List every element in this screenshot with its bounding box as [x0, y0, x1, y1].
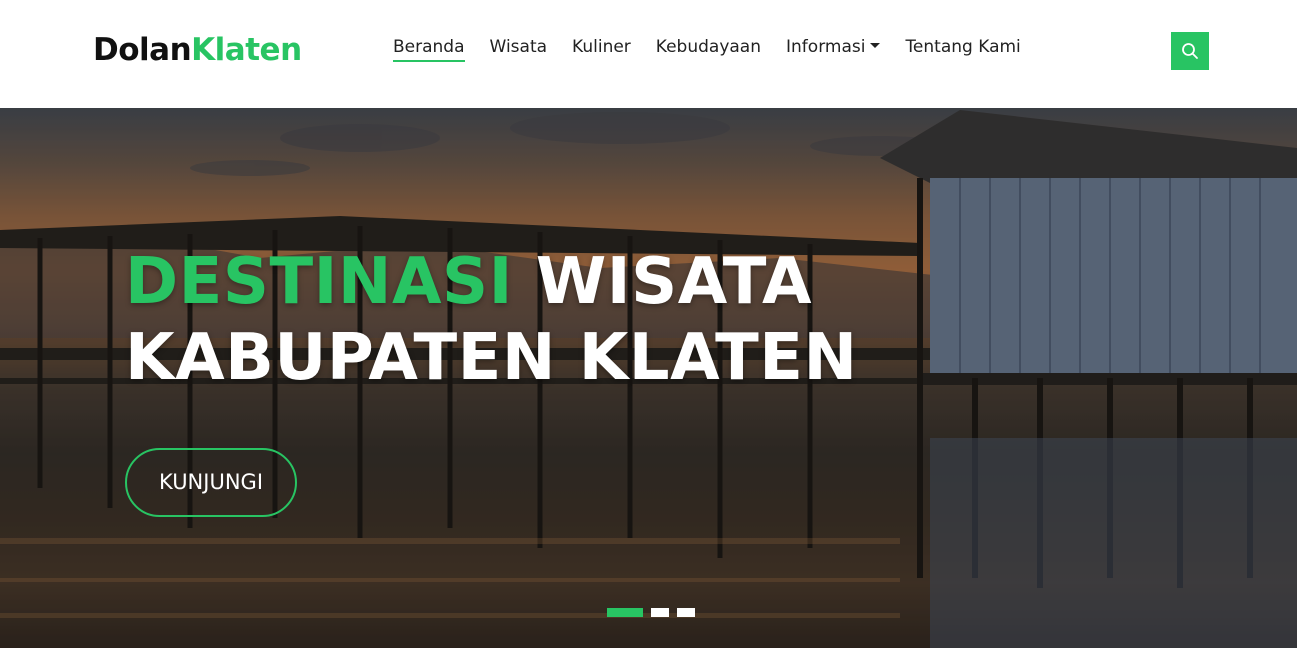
carousel-indicator-1[interactable]: [607, 608, 643, 617]
nav-item-tentang-kami[interactable]: Tentang Kami: [905, 34, 1020, 60]
nav-item-beranda[interactable]: Beranda: [393, 34, 465, 62]
search-button[interactable]: [1171, 32, 1209, 70]
nav-item-kuliner[interactable]: Kuliner: [572, 34, 631, 60]
kunjungi-button[interactable]: KUNJUNGI: [125, 448, 297, 517]
hero-title-rest: WISATA: [535, 245, 812, 319]
hero-title-line2: KABUPATEN KLATEN: [125, 321, 858, 395]
nav-item-wisata[interactable]: Wisata: [490, 34, 548, 60]
site-header: DolanKlaten Beranda Wisata Kuliner Kebud…: [0, 0, 1297, 108]
carousel-indicator-2[interactable]: [651, 608, 669, 617]
nav-item-informasi-label: Informasi: [786, 37, 866, 57]
carousel-indicator-3[interactable]: [677, 608, 695, 617]
brand-logo[interactable]: DolanKlaten: [93, 30, 302, 70]
nav-item-informasi[interactable]: Informasi: [786, 34, 881, 60]
search-icon: [1182, 43, 1198, 59]
brand-name-part2: Klaten: [191, 32, 302, 68]
main-nav: Beranda Wisata Kuliner Kebudayaan Inform…: [393, 34, 1021, 64]
nav-item-kebudayaan[interactable]: Kebudayaan: [656, 34, 761, 60]
brand-name-part1: Dolan: [93, 32, 192, 68]
hero-carousel: DESTINASI WISATA KABUPATEN KLATEN KUNJUN…: [0, 108, 1297, 648]
hero-title: DESTINASI WISATA KABUPATEN KLATEN: [125, 244, 858, 396]
carousel-indicators: [607, 608, 695, 617]
caret-down-icon: [870, 42, 881, 48]
hero-title-accent: DESTINASI: [125, 245, 513, 319]
